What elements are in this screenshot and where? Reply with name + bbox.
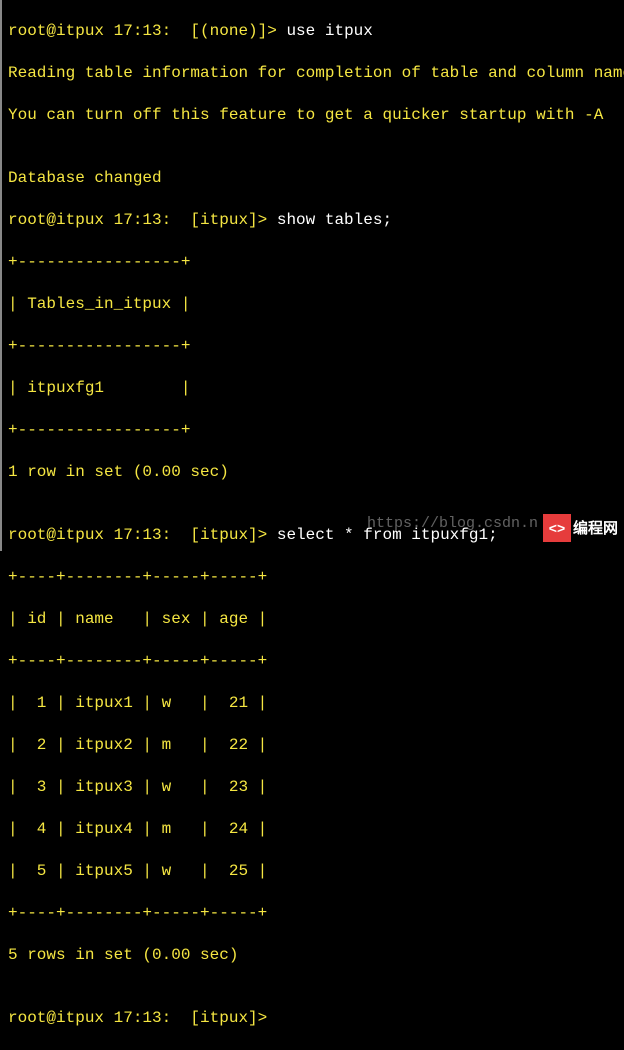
result-footer: 1 row in set (0.00 sec) xyxy=(8,462,618,483)
prompt-prefix: root@itpux 17:13: [itpux]> xyxy=(8,1009,277,1027)
prompt-line-2[interactable]: root@itpux 17:13: [itpux]> show tables; xyxy=(8,210,618,231)
prompt-prefix: root@itpux 17:13: [itpux]> xyxy=(8,211,277,229)
table-header: | id | name | sex | age | xyxy=(8,609,618,630)
table-border: +----+--------+-----+-----+ xyxy=(8,903,618,924)
output-line: Reading table information for completion… xyxy=(8,63,618,84)
table-border: +----+--------+-----+-----+ xyxy=(8,651,618,672)
prompt-line-4[interactable]: root@itpux 17:13: [itpux]> xyxy=(8,1008,618,1029)
command-text: use itpux xyxy=(286,22,372,40)
table-row: | itpuxfg1 | xyxy=(8,378,618,399)
prompt-prefix: root@itpux 17:13: [itpux]> xyxy=(8,526,277,544)
table-row: | 1 | itpux1 | w | 21 | xyxy=(8,693,618,714)
code-icon: <> xyxy=(543,514,571,542)
brand-logo: <> 编程网 xyxy=(543,514,618,542)
table-row: | 4 | itpux4 | m | 24 | xyxy=(8,819,618,840)
table-border: +-----------------+ xyxy=(8,336,618,357)
table-header: | Tables_in_itpux | xyxy=(8,294,618,315)
output-line: You can turn off this feature to get a q… xyxy=(8,105,618,126)
prompt-prefix: root@itpux 17:13: [(none)]> xyxy=(8,22,286,40)
brand-text: 编程网 xyxy=(573,518,618,539)
table-row: | 3 | itpux3 | w | 23 | xyxy=(8,777,618,798)
table-border: +-----------------+ xyxy=(8,252,618,273)
table-row: | 5 | itpux5 | w | 25 | xyxy=(8,861,618,882)
watermark-url: https://blog.csdn.n xyxy=(367,513,538,534)
result-footer: 5 rows in set (0.00 sec) xyxy=(8,945,618,966)
table-border: +----+--------+-----+-----+ xyxy=(8,567,618,588)
output-line: Database changed xyxy=(8,168,618,189)
prompt-line-1[interactable]: root@itpux 17:13: [(none)]> use itpux xyxy=(8,21,618,42)
command-text: show tables; xyxy=(277,211,392,229)
table-row: | 2 | itpux2 | m | 22 | xyxy=(8,735,618,756)
table-border: +-----------------+ xyxy=(8,420,618,441)
